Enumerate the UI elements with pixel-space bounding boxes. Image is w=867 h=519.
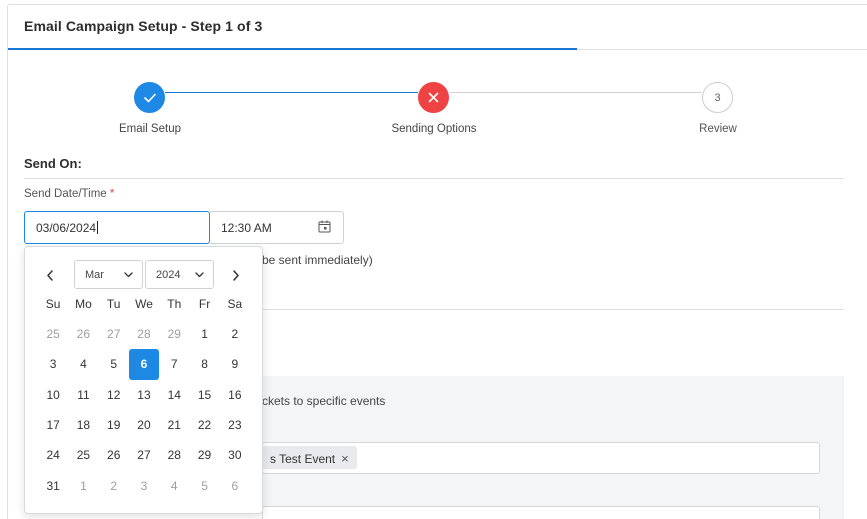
calendar-day[interactable]: 1 bbox=[189, 319, 219, 349]
chevron-left-icon bbox=[47, 269, 53, 281]
calendar-week-row: 17 18 19 20 21 22 23 bbox=[38, 410, 250, 440]
selected-event-tag-label: s Test Event bbox=[270, 452, 336, 466]
step-1-label: Email Setup bbox=[118, 123, 181, 135]
panel-header: Email Campaign Setup - Step 1 of 3 bbox=[8, 5, 867, 49]
calendar-day[interactable]: 16 bbox=[220, 380, 250, 410]
calendar-day[interactable]: 27 bbox=[129, 440, 159, 470]
calendar-day[interactable]: 12 bbox=[99, 380, 129, 410]
month-select-value: Mar bbox=[85, 269, 104, 281]
calendar-day[interactable]: 10 bbox=[38, 380, 68, 410]
stepper-connector-2 bbox=[449, 92, 702, 93]
calendar-day[interactable]: 14 bbox=[159, 380, 189, 410]
calendar-day[interactable]: 3 bbox=[129, 470, 159, 500]
calendar-day[interactable]: 4 bbox=[68, 349, 98, 379]
chevron-down-icon bbox=[195, 272, 204, 278]
calendar-day[interactable]: 7 bbox=[159, 349, 189, 379]
calendar-day[interactable]: 5 bbox=[99, 349, 129, 379]
year-select[interactable]: 2024 bbox=[145, 260, 214, 289]
weekday-label: Mo bbox=[75, 297, 92, 311]
calendar-day[interactable]: 13 bbox=[129, 380, 159, 410]
calendar-day[interactable]: 31 bbox=[38, 470, 68, 500]
step-1-indicator[interactable] bbox=[134, 82, 165, 113]
send-immediately-hint: be sent immediately) bbox=[262, 253, 373, 267]
step-3-number: 3 bbox=[714, 91, 721, 104]
section-title-send-on: Send On: bbox=[24, 156, 82, 171]
weekday-label: We bbox=[135, 297, 153, 311]
calendar-day[interactable]: 26 bbox=[99, 440, 129, 470]
calendar-week-row: 10 11 12 13 14 15 16 bbox=[38, 380, 250, 410]
calendar-day[interactable]: 3 bbox=[38, 349, 68, 379]
calendar-day[interactable]: 1 bbox=[68, 470, 98, 500]
selected-event-tag: s Test Event × bbox=[262, 446, 357, 469]
calendar-week-row: 24 25 26 27 28 29 30 bbox=[38, 440, 250, 470]
send-date-value: 03/06/2024 bbox=[36, 221, 97, 235]
send-date-input[interactable]: 03/06/2024 bbox=[24, 211, 210, 244]
year-select-value: 2024 bbox=[156, 269, 181, 281]
calendar-week-row: 3456789 bbox=[38, 349, 250, 380]
weekday-label: Fr bbox=[198, 297, 211, 311]
calendar-day[interactable]: 4 bbox=[159, 470, 189, 500]
step-2-indicator[interactable] bbox=[418, 82, 449, 113]
datepicker-popup: Mar 2024 Su Mo Tu We Th Fr Sa 25 26 27 28 29… bbox=[24, 246, 263, 514]
calendar-day[interactable]: 29 bbox=[189, 440, 219, 470]
calendar-day[interactable]: 27 bbox=[99, 319, 129, 349]
calendar-day[interactable]: 22 bbox=[189, 410, 219, 440]
chevron-down-icon bbox=[124, 272, 133, 278]
required-mark: * bbox=[109, 188, 115, 200]
calendar-day[interactable]: 11 bbox=[68, 380, 98, 410]
calendar-day[interactable]: 26 bbox=[68, 319, 98, 349]
calendar-day[interactable]: 20 bbox=[129, 410, 159, 440]
calendar-day[interactable]: 30 bbox=[220, 440, 250, 470]
calendar-day[interactable]: 9 bbox=[220, 349, 250, 379]
calendar-day[interactable]: 23 bbox=[220, 410, 250, 440]
stepper-connector-1 bbox=[165, 92, 418, 93]
calendar-day[interactable]: 28 bbox=[159, 440, 189, 470]
calendar-day[interactable]: 25 bbox=[38, 319, 68, 349]
calendar-day[interactable]: 6 bbox=[220, 470, 250, 500]
check-icon bbox=[143, 93, 156, 102]
prev-month-button[interactable] bbox=[42, 267, 58, 283]
section-divider bbox=[24, 178, 844, 179]
chevron-right-icon bbox=[233, 269, 239, 281]
text-caret bbox=[97, 221, 99, 234]
weekday-label: Tu bbox=[106, 297, 121, 311]
calendar-grid: 25 26 27 28 29 1 2 3 4 5 6 7 8 9 10 11 12 13 14 15 16 17 18 19 2… bbox=[38, 319, 250, 501]
calendar-day[interactable]: 2 bbox=[99, 470, 129, 500]
calendar-week-row: 31 1 2 3 4 5 6 bbox=[38, 470, 250, 500]
ticket-select-input[interactable] bbox=[262, 506, 820, 519]
calendar-day[interactable]: 21 bbox=[159, 410, 189, 440]
calendar-day[interactable]: 8 bbox=[189, 349, 219, 379]
weekday-label: Su bbox=[45, 297, 61, 311]
weekday-label: Sa bbox=[227, 297, 243, 311]
calendar-day[interactable]: 28 bbox=[129, 319, 159, 349]
event-filter-description: ckets to specific events bbox=[262, 394, 386, 408]
calendar-day[interactable]: 29 bbox=[159, 319, 189, 349]
calendar-day[interactable]: 17 bbox=[38, 410, 68, 440]
calendar-day[interactable]: 2 bbox=[220, 319, 250, 349]
weekday-label: Th bbox=[167, 297, 182, 311]
weekday-header: Su Mo Tu We Th Fr Sa bbox=[38, 297, 250, 311]
page-title: Email Campaign Setup - Step 1 of 3 bbox=[24, 18, 263, 34]
progress-bar bbox=[8, 48, 577, 50]
step-3-indicator[interactable]: 3 bbox=[702, 82, 733, 113]
month-select[interactable]: Mar bbox=[74, 260, 143, 289]
tag-remove-icon[interactable]: × bbox=[341, 451, 349, 466]
calendar-day[interactable]: 19 bbox=[99, 410, 129, 440]
calendar-day[interactable]: 18 bbox=[68, 410, 98, 440]
calendar-day[interactable]: 25 bbox=[68, 440, 98, 470]
step-2-label: Sending Options bbox=[391, 123, 477, 135]
calendar-day[interactable]: 15 bbox=[189, 380, 219, 410]
calendar-week-row: 25 26 27 28 29 1 2 bbox=[38, 319, 250, 349]
calendar-day[interactable]: 24 bbox=[38, 440, 68, 470]
calendar-day-selected[interactable]: 6 bbox=[128, 349, 160, 380]
send-time-value: 12:30 AM bbox=[221, 221, 272, 235]
close-icon bbox=[428, 92, 439, 103]
send-datetime-label-text: Send Date/Time bbox=[24, 188, 107, 200]
calendar-day[interactable]: 5 bbox=[189, 470, 219, 500]
calendar-icon[interactable] bbox=[318, 220, 331, 233]
next-month-button[interactable] bbox=[228, 267, 244, 283]
send-datetime-label: Send Date/Time * bbox=[24, 188, 114, 200]
section-divider-2 bbox=[262, 309, 844, 310]
step-3-label: Review bbox=[699, 123, 737, 135]
